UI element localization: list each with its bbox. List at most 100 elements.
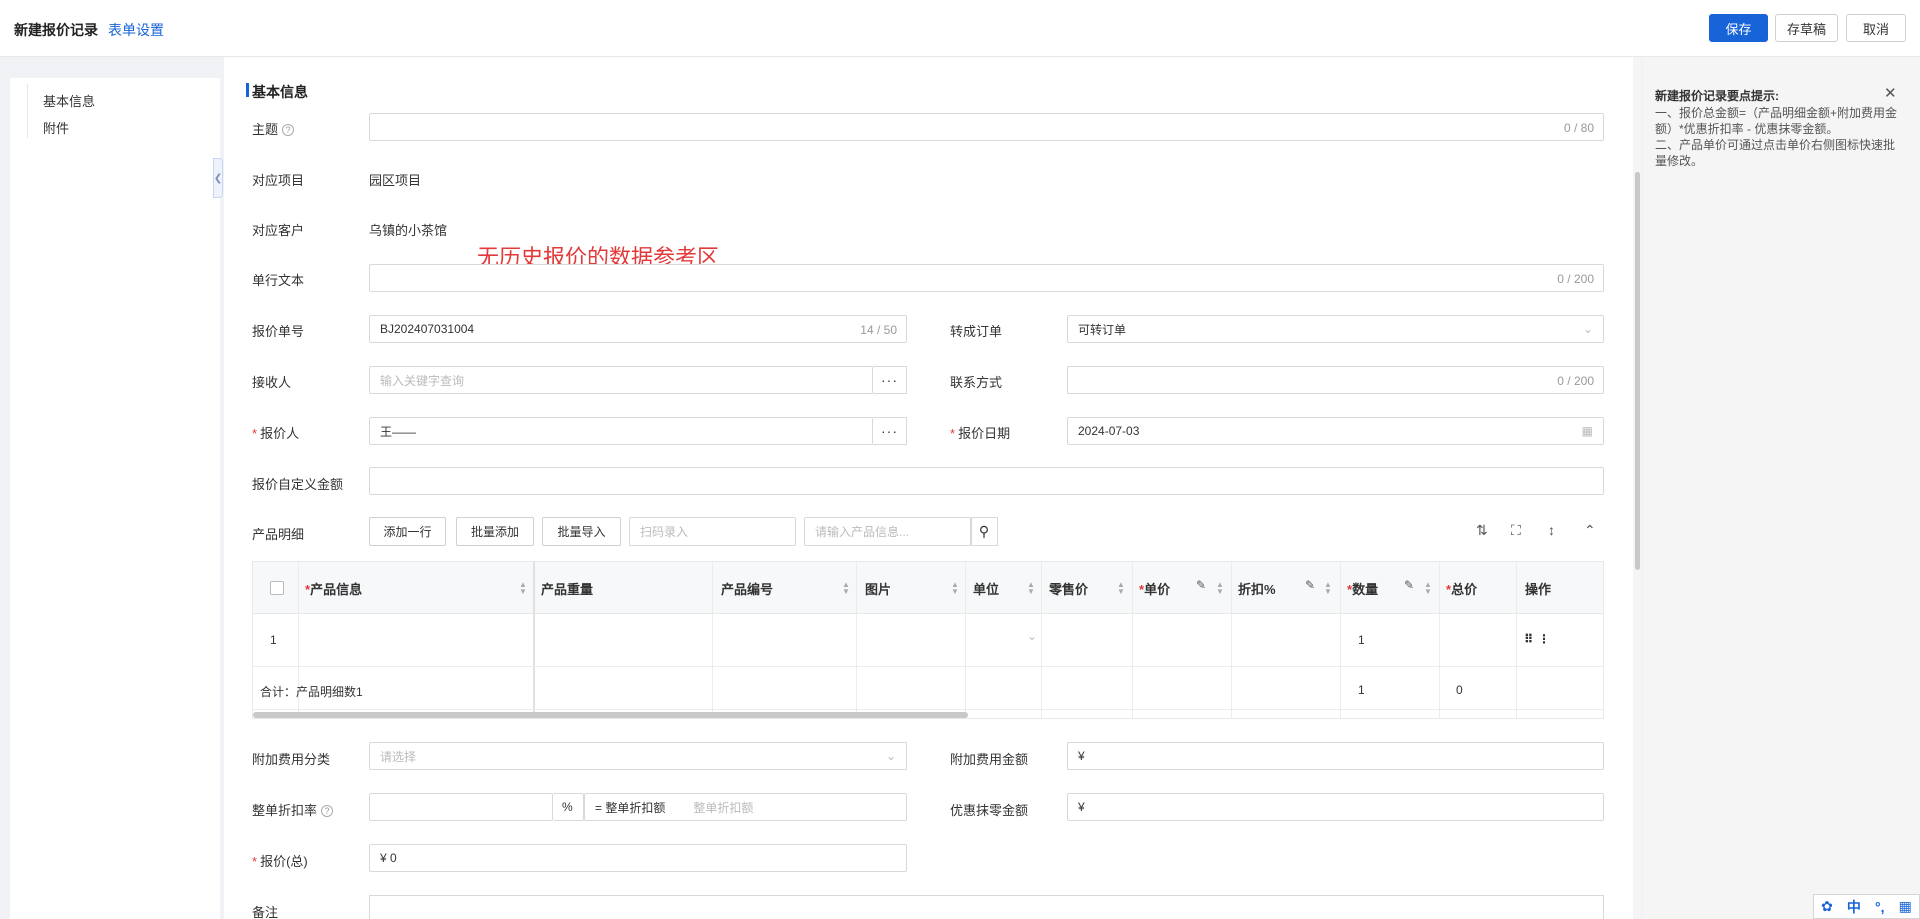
rounding-label: 优惠抹零金额 [950,803,1029,818]
product-search-input[interactable]: 请输入产品信息... [804,517,971,546]
quote-date-value: 2024-07-03 [1078,424,1140,438]
left-nav: 基本信息 附件 [10,78,220,919]
col-header-total: 总价 [1451,582,1478,597]
collapse-up-icon[interactable]: ⌃ [1584,522,1596,539]
batch-add-button[interactable]: 批量添加 [456,517,534,546]
col-unit-price: *单价 ✎ ▲ ▼ [1133,562,1232,718]
nav-item-basic-info[interactable]: 基本信息 [43,91,95,110]
quoter-picker-button[interactable]: ··· [873,417,907,445]
sort-icon[interactable]: ▲ ▼ [1324,581,1332,596]
rounding-input[interactable]: ¥ [1067,793,1604,821]
form-settings-link[interactable]: 表单设置 [108,20,164,40]
save-draft-button[interactable]: 存草稿 [1775,14,1838,42]
sort-icon[interactable]: ▲ ▼ [519,581,527,596]
form-scrollbar-thumb[interactable] [1635,172,1640,570]
drag-handle-icon[interactable]: ⠿ [1524,632,1533,646]
quote-no-input[interactable]: BJ202407031004 14 / 50 [369,315,907,343]
customer-value: 乌镇的小茶馆 [369,223,448,238]
edit-icon[interactable]: ✎ [1404,578,1414,592]
nav-item-attachments[interactable]: 附件 [43,118,69,137]
col-code: 产品编号 ▲ ▼ [713,562,857,718]
discount-rate-label: 整单折扣率? [252,800,334,819]
scan-input[interactable]: 扫码录入 [629,517,796,546]
quoter-input[interactable]: 王—— [369,417,873,445]
char-counter: 14 / 50 [860,323,897,337]
table-horizontal-scrollbar[interactable] [253,712,968,718]
percent-suffix: % [553,793,584,821]
row-index: 1 [270,633,277,647]
quote-date-input[interactable]: 2024-07-03 ▦ [1067,417,1604,445]
section-title-basic-info: 基本信息 [246,83,308,100]
subject-input[interactable]: 0 / 80 [369,113,1604,141]
col-header-product-info: 产品信息 [310,582,363,597]
chevron-down-icon[interactable]: ⌄ [1027,629,1037,643]
search-icon[interactable]: ⚲ [971,517,998,546]
help-icon[interactable]: ? [321,805,334,817]
row-divider [253,709,1603,710]
add-row-button[interactable]: 添加一行 [369,517,446,546]
ime-toolbar[interactable]: ✿ 中 °, ▦ [1813,894,1920,919]
sort-icon[interactable]: ▲ ▼ [1027,581,1035,596]
cancel-button[interactable]: 取消 [1846,14,1906,42]
summary-quantity: 1 [1358,683,1365,697]
save-button[interactable]: 保存 [1709,14,1768,42]
row-height-icon[interactable]: ⇅ [1476,522,1488,539]
convert-order-select[interactable]: 可转订单 ⌄ [1067,315,1604,343]
discount-rate-input[interactable] [369,793,553,821]
collapse-nav-toggle[interactable]: ❮ [213,158,223,198]
quote-date-label: * 报价日期 [950,426,1011,441]
scan-placeholder: 扫码录入 [640,525,689,539]
receiver-picker-button[interactable]: ··· [873,366,907,394]
paw-icon[interactable]: ✿ [1821,898,1833,915]
extra-fee-category-select[interactable]: 请选择 ⌄ [369,742,907,770]
tips-panel: 新建报价记录要点提示: 一、报价总金额=（产品明细金额+附加费用金额）*优惠折扣… [1643,57,1920,919]
remark-editor-toolbar[interactable] [369,895,1604,919]
custom-amount-input[interactable] [369,467,1604,495]
customer-label: 对应客户 [252,223,305,238]
edit-icon[interactable]: ✎ [1196,578,1206,592]
ime-mode[interactable]: 中 [1847,897,1861,917]
ime-punctuation[interactable]: °, [1875,899,1885,915]
col-header-unit-price: 单价 [1144,582,1171,597]
row-quantity[interactable]: 1 [1358,633,1365,647]
col-header-image: 图片 [865,582,892,597]
quote-no-label: 报价单号 [252,324,305,339]
close-icon[interactable]: ✕ [1884,84,1897,102]
custom-amount-label: 报价自定义金额 [252,477,344,492]
extra-fee-amount-input[interactable]: ¥ [1067,742,1604,770]
total-input[interactable]: ¥ 0 [369,844,907,872]
more-icon[interactable]: ⋮ [1538,632,1550,646]
nav-indicator [27,84,28,138]
batch-import-button[interactable]: 批量导入 [542,517,621,546]
sort-icon[interactable]: ▲ ▼ [951,581,959,596]
contact-input[interactable]: 0 / 200 [1067,366,1604,394]
summary-total: 0 [1456,683,1463,697]
col-discount: 折扣% ✎ ▲ ▼ [1232,562,1341,718]
chevron-down-icon: ⌄ [885,749,896,763]
receiver-input[interactable]: 输入关键字查询 [369,366,873,394]
sort-icon[interactable]: ▲ ▼ [1117,581,1125,596]
quoter-value: 王—— [380,424,417,439]
single-text-input[interactable]: 0 / 200 [369,264,1604,292]
sort-icon[interactable]: ▲ ▼ [842,581,850,596]
remark-label: 备注 [252,905,279,919]
col-weight: 产品重量 [535,562,713,718]
receiver-label: 接收人 [252,375,292,390]
discount-amount-input[interactable]: = 整单折扣额 整单折扣额 [584,793,907,821]
edit-icon[interactable]: ✎ [1305,578,1315,592]
receiver-placeholder: 输入关键字查询 [380,373,465,388]
col-header-retail-price: 零售价 [1049,582,1089,597]
select-all-checkbox[interactable] [270,581,284,595]
expand-vertical-icon[interactable]: ↕ [1548,522,1555,538]
grid-icon[interactable]: ▦ [1899,898,1912,915]
fullscreen-icon[interactable]: ⛶ [1511,522,1521,539]
col-header-unit: 单位 [973,582,1000,597]
product-table: *产品信息 ▲ ▼ 产品重量 产品编号 ▲ ▼ 图片 ▲ ▼ 单位 ▲ ▼ 零售价 ▲ ▼… [252,561,1604,719]
project-label: 对应项目 [252,173,305,188]
help-icon[interactable]: ? [282,124,295,136]
row-divider [253,666,1603,667]
sort-icon[interactable]: ▲ ▼ [1216,581,1224,596]
col-quantity: *数量 ✎ ▲ ▼ [1341,562,1440,718]
sort-icon[interactable]: ▲ ▼ [1424,581,1432,596]
calendar-icon: ▦ [1581,424,1593,438]
